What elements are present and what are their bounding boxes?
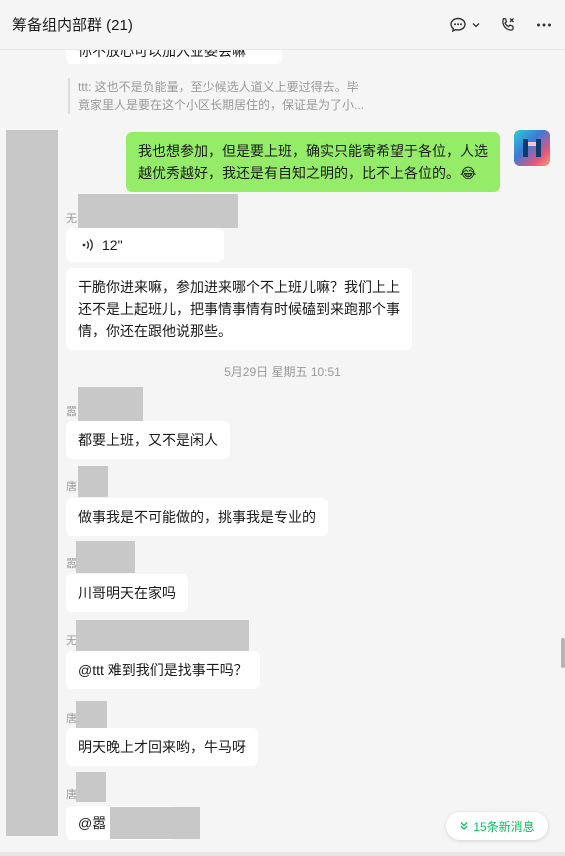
message-bubble: 干脆你进来嘛，参加进来哪个不上班儿嘛？我们上上还不是上起班儿，把事情事情有时候磕…	[66, 268, 412, 350]
redacted-avatar-column	[6, 130, 58, 836]
message-text: @嚣	[78, 815, 107, 831]
message-bubble: 做事我是不可能做的，挑事我是专业的	[66, 498, 328, 536]
chat-bubble-icon[interactable]	[449, 16, 481, 34]
voice-message[interactable]: 12"	[66, 228, 224, 262]
scrollbar[interactable]	[561, 638, 565, 668]
message-bubble: @ttt 难到我们是找事干吗？	[66, 651, 260, 689]
more-icon[interactable]	[535, 16, 553, 34]
redacted-name	[78, 194, 238, 228]
new-messages-button[interactable]: 15条新消息	[446, 812, 548, 840]
redacted-name	[76, 541, 135, 573]
sender-name: 嚣	[66, 406, 77, 418]
redacted-text	[110, 807, 200, 839]
message-bubble: 你不放心可以加入业委会嘛	[66, 50, 282, 64]
message-text: 都要上班，又不是闲人	[78, 432, 218, 448]
time-divider: 5月29日 星期五 10:51	[224, 365, 341, 379]
redacted-name	[76, 620, 249, 654]
message-text: 我也想参加，但是要上班，确实只能寄希望于各位，人选越优秀越好，我还是有自知之明的…	[138, 143, 488, 181]
voice-wave-icon	[82, 239, 93, 251]
message-text: 明天晚上才回来哟，牛马呀	[78, 739, 246, 755]
chat-header: 筹备组内部群 (21)	[0, 0, 565, 50]
my-message-bubble: 我也想参加，但是要上班，确实只能寄希望于各位，人选越优秀越好，我还是有自知之明的…	[126, 132, 500, 192]
message-text: 川哥明天在家吗	[78, 585, 176, 601]
double-chevron-down-icon	[460, 822, 468, 830]
sender-name: 唐	[66, 481, 77, 493]
new-messages-label: 15条新消息	[473, 819, 535, 834]
my-avatar[interactable]	[514, 130, 550, 166]
redacted-name	[76, 772, 106, 802]
message-text: 做事我是不可能做的，挑事我是专业的	[78, 509, 316, 525]
input-divider	[0, 852, 565, 856]
quoted-message[interactable]: ttt: 这也不是负能量，至少候选人道义上要过得去。毕竟家里人是要在这个小区长期…	[68, 78, 368, 114]
message-text: 干脆你进来嘛，参加进来哪个不上班儿嘛？我们上上还不是上起班儿，把事情事情有时候磕…	[78, 279, 400, 339]
voice-duration: 12"	[102, 237, 123, 253]
chevron-down-icon[interactable]	[471, 20, 481, 30]
chat-title: 筹备组内部群 (21)	[12, 17, 133, 34]
message-list[interactable]: 你不放心可以加入业委会嘛 ttt: 这也不是负能量，至少候选人道义上要过得去。毕…	[0, 50, 565, 856]
message-text: 你不放心可以加入业委会嘛	[78, 50, 246, 59]
redacted-name	[78, 466, 108, 497]
message-bubble: 川哥明天在家吗	[66, 574, 188, 612]
message-bubble: 明天晚上才回来哟，牛马呀	[66, 728, 258, 766]
message-text: @ttt 难到我们是找事干吗？	[78, 662, 248, 678]
message-bubble: 都要上班，又不是闲人	[66, 421, 230, 459]
quote-text: ttt: 这也不是负能量，至少候选人道义上要过得去。毕竟家里人是要在这个小区长期…	[78, 80, 365, 112]
redacted-name	[78, 387, 143, 421]
phone-call-icon[interactable]	[499, 16, 517, 34]
sender-name: 无	[66, 213, 77, 225]
redacted-name	[76, 701, 107, 728]
